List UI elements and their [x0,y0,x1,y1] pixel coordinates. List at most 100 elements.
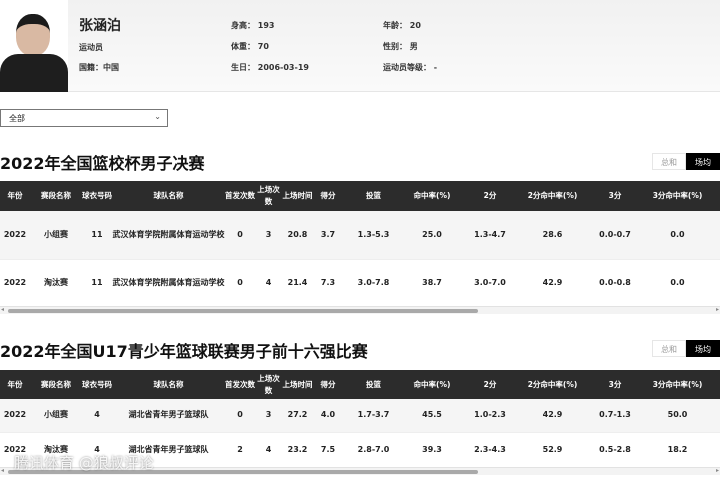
table-cell: 20.8 [282,211,313,260]
player-level: 运动员等级： - [383,63,438,72]
table-cell: 25.0 [404,211,460,260]
table-cell: 18.2 [645,432,710,468]
column-header[interactable]: 投篮 [343,181,404,211]
player-nationality: 国籍：中国 [79,63,119,72]
table-cell: 小组赛 [30,211,82,260]
table-cell: 0.0 [645,211,710,260]
table-cell: 0 [225,399,255,433]
table-cell: 武汉体育学院附属体育运动学校 [112,259,225,307]
scroll-right-icon[interactable]: ▸ [716,306,719,313]
table-cell: 武汉体育学院附属体育运动学校 [112,211,225,260]
scroll-right-icon[interactable]: ▸ [716,467,719,474]
toggle-avg-button[interactable]: 场均 [686,340,720,357]
player-profile: 张涵泊 运动员 国籍：中国 身高： 193 体重： 70 生日： 2006-03… [0,0,720,92]
column-header[interactable]: 得分 [313,181,343,211]
table-cell: 湖北省青年男子篮球队 [112,399,225,433]
column-header[interactable]: 上场次数 [255,370,282,399]
column-header[interactable]: 2分命中率(%) [520,370,585,399]
table-cell: 45.5 [404,399,460,433]
table-cell: 2 [225,432,255,468]
table-cell: 4.0 [313,399,343,433]
scroll-left-icon[interactable]: ◂ [1,306,4,313]
horizontal-scrollbar[interactable]: ◂ ▸ [0,306,720,314]
chevron-down-icon: ⌄ [154,112,161,121]
column-header[interactable]: 球衣号码 [82,370,112,399]
column-header[interactable]: 命中率(%) [404,181,460,211]
column-header[interactable]: 3分 [585,370,645,399]
table-cell: 1.0-2.3 [460,399,520,433]
table-cell: 11 [82,211,112,260]
stat-mode-toggle[interactable]: 总和 场均 [652,340,720,357]
table-cell: 38.7 [404,259,460,307]
table-header-row: 年份 赛段名称 球衣号码 球队名称 首发次数 上场次数 上场时间 得分 投篮 命中率(%) 2分 2分… [0,370,720,399]
player-weight: 体重： 70 [231,42,269,51]
table-cell: 2.3-4.3 [460,432,520,468]
scroll-left-icon[interactable]: ◂ [1,467,4,474]
player-height: 身高： 193 [231,21,275,30]
table-cell: 11 [82,259,112,307]
column-header[interactable]: 上场时间 [282,370,313,399]
column-header[interactable]: 3分命中率(%) [645,181,710,211]
table-cell: 0 [225,211,255,260]
player-role: 运动员 [79,43,103,52]
column-header[interactable]: 3分命中率(%) [645,370,710,399]
scrollbar-thumb[interactable] [8,309,478,313]
table-cell: 0.0-0.8 [585,259,645,307]
section-title: 2022年全国篮校杯男子决赛 [0,154,205,173]
table-cell: 52.9 [520,432,585,468]
column-header[interactable]: 年份 [0,181,30,211]
column-header[interactable]: 球队名称 [112,370,225,399]
table-cell: 0.5-2.8 [585,432,645,468]
table-cell: 3.0-7.0 [460,259,520,307]
column-header[interactable]: 2分 [460,181,520,211]
table-cell: 0.0 [645,259,710,307]
column-header[interactable]: 球队名称 [112,181,225,211]
table-cell: 42.9 [520,399,585,433]
table-cell: 39.3 [404,432,460,468]
table-cell: 28.6 [520,211,585,260]
column-header[interactable]: 首发次数 [225,181,255,211]
toggle-avg-button[interactable]: 场均 [686,153,720,170]
table-cell: 42.9 [520,259,585,307]
column-header[interactable]: 赛段名称 [30,181,82,211]
player-gender: 性别： 男 [383,42,418,51]
table-cell: 0.7-1.3 [585,399,645,433]
column-header[interactable]: 首发次数 [225,370,255,399]
column-header[interactable]: 上场时间 [282,181,313,211]
table-cell: 淘汰赛 [30,259,82,307]
competition-filter-select[interactable]: 全部 ⌄ [0,109,168,127]
column-header[interactable]: 年份 [0,370,30,399]
column-header[interactable]: 3分 [585,181,645,211]
column-header[interactable]: 球衣号码 [82,181,112,211]
table-cell: 2022 [0,211,30,260]
column-header[interactable]: 2分命中率(%) [520,181,585,211]
table-cell: 3.7 [313,211,343,260]
table-cell: 1.7-3.7 [343,399,404,433]
player-birthday: 生日： 2006-03-19 [231,63,309,72]
table-cell: 21.4 [282,259,313,307]
table-cell: 4 [82,399,112,433]
table-row: 2022 淘汰赛 11 武汉体育学院附属体育运动学校 0 4 21.4 7.3 3.0-7.8 3… [0,259,720,307]
section-title: 2022年全国U17青少年篮球联赛男子前十六强比赛 [0,342,368,361]
stats-table: 年份 赛段名称 球衣号码 球队名称 首发次数 上场次数 上场时间 得分 投篮 命中率(%) 2分 2分… [0,181,720,307]
table-cell: 27.2 [282,399,313,433]
player-photo [0,0,68,92]
player-age: 年龄： 20 [383,21,421,30]
table-cell: 50.0 [645,399,710,433]
column-header[interactable]: 2分 [460,370,520,399]
column-header[interactable]: 赛段名称 [30,370,82,399]
table-cell: 3.0-7.8 [343,259,404,307]
column-header[interactable]: 命中率(%) [404,370,460,399]
table-cell: 3 [255,211,282,260]
stat-mode-toggle[interactable]: 总和 场均 [652,153,720,170]
table-cell: 4 [255,432,282,468]
column-header[interactable]: 得分 [313,370,343,399]
toggle-total-button[interactable]: 总和 [652,340,686,357]
watermark: 腾讯体育 @狼叔评论 [14,454,154,472]
table-cell: 2022 [0,259,30,307]
toggle-total-button[interactable]: 总和 [652,153,686,170]
column-header[interactable]: 上场次数 [255,181,282,211]
column-header[interactable]: 投篮 [343,370,404,399]
table-cell: 0 [225,259,255,307]
table-cell: 2.8-7.0 [343,432,404,468]
